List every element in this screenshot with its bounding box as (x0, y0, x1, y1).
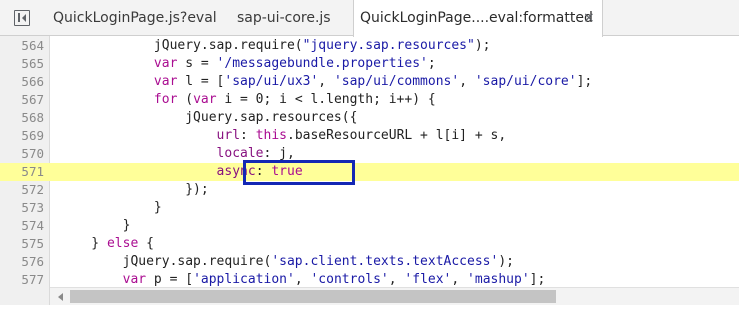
editor-tab-bar: QuickLoginPage.js?eval sap-ui-core.js Qu… (0, 0, 739, 37)
code-text[interactable]: var s = '/messagebundle.properties'; (60, 55, 436, 73)
line-number[interactable]: 572 (0, 181, 44, 199)
line-number[interactable]: 576 (0, 253, 44, 271)
code-text[interactable]: url: this.baseResourceURL + l[i] + s, (60, 127, 507, 145)
line-number[interactable]: 566 (0, 73, 44, 91)
line-number[interactable]: 567 (0, 91, 44, 109)
code-line-575[interactable]: 575 } else { (0, 235, 739, 253)
line-number[interactable]: 571 (0, 163, 44, 181)
gutter-footer (0, 287, 50, 305)
code-line-568[interactable]: 568 jQuery.sap.resources({ (0, 109, 739, 127)
code-editor[interactable]: 564 jQuery.sap.require("jquery.sap.resou… (0, 36, 739, 305)
line-number[interactable]: 565 (0, 55, 44, 73)
tab-quickloginpage-eval[interactable]: QuickLoginPage.js?eval (53, 0, 217, 36)
line-number[interactable]: 564 (0, 37, 44, 55)
horizontal-scrollbar[interactable] (50, 287, 739, 305)
line-number[interactable]: 570 (0, 145, 44, 163)
code-line-573[interactable]: 573 } (0, 199, 739, 217)
code-text[interactable]: }); (60, 181, 209, 199)
scrollbar-thumb[interactable] (70, 290, 556, 303)
code-text[interactable]: var l = ['sap/ui/ux3', 'sap/ui/commons',… (60, 73, 592, 91)
code-text[interactable]: } (60, 199, 162, 217)
line-number[interactable]: 568 (0, 109, 44, 127)
scroll-left-arrow-icon[interactable] (58, 293, 63, 301)
code-text[interactable]: } else { (60, 235, 154, 253)
close-tab-icon[interactable]: × (583, 0, 595, 36)
code-line-564[interactable]: 564 jQuery.sap.require("jquery.sap.resou… (0, 37, 739, 55)
code-line-569[interactable]: 569 url: this.baseResourceURL + l[i] + s… (0, 127, 739, 145)
code-line-571[interactable]: 571 async: true (0, 163, 739, 181)
code-line-572[interactable]: 572 }); (0, 181, 739, 199)
tab-active-label: QuickLoginPage....eval:formatted (360, 10, 593, 26)
code-text[interactable]: jQuery.sap.require("jquery.sap.resources… (60, 37, 491, 55)
tab-quickloginpage-formatted[interactable]: QuickLoginPage....eval:formatted (353, 0, 603, 37)
code-line-576[interactable]: 576 jQuery.sap.require('sap.client.texts… (0, 253, 739, 271)
tab-sap-ui-core[interactable]: sap-ui-core.js (237, 0, 331, 36)
code-line-570[interactable]: 570 locale: j, (0, 145, 739, 163)
code-text[interactable]: jQuery.sap.resources({ (60, 109, 357, 127)
callout-box-async-true (243, 160, 355, 185)
line-number[interactable]: 569 (0, 127, 44, 145)
code-line-567[interactable]: 567 for (var i = 0; i < l.length; i++) { (0, 91, 739, 109)
code-line-565[interactable]: 565 var s = '/messagebundle.properties'; (0, 55, 739, 73)
toggle-navigator-icon[interactable] (14, 10, 30, 26)
line-number[interactable]: 573 (0, 199, 44, 217)
line-number[interactable]: 575 (0, 235, 44, 253)
code-text[interactable]: for (var i = 0; i < l.length; i++) { (60, 91, 436, 109)
bottom-strip (0, 305, 739, 314)
code-line-566[interactable]: 566 var l = ['sap/ui/ux3', 'sap/ui/commo… (0, 73, 739, 91)
line-number[interactable]: 574 (0, 217, 44, 235)
code-text[interactable]: jQuery.sap.require('sap.client.texts.tex… (60, 253, 514, 271)
code-text[interactable]: } (60, 217, 131, 235)
code-line-574[interactable]: 574 } (0, 217, 739, 235)
